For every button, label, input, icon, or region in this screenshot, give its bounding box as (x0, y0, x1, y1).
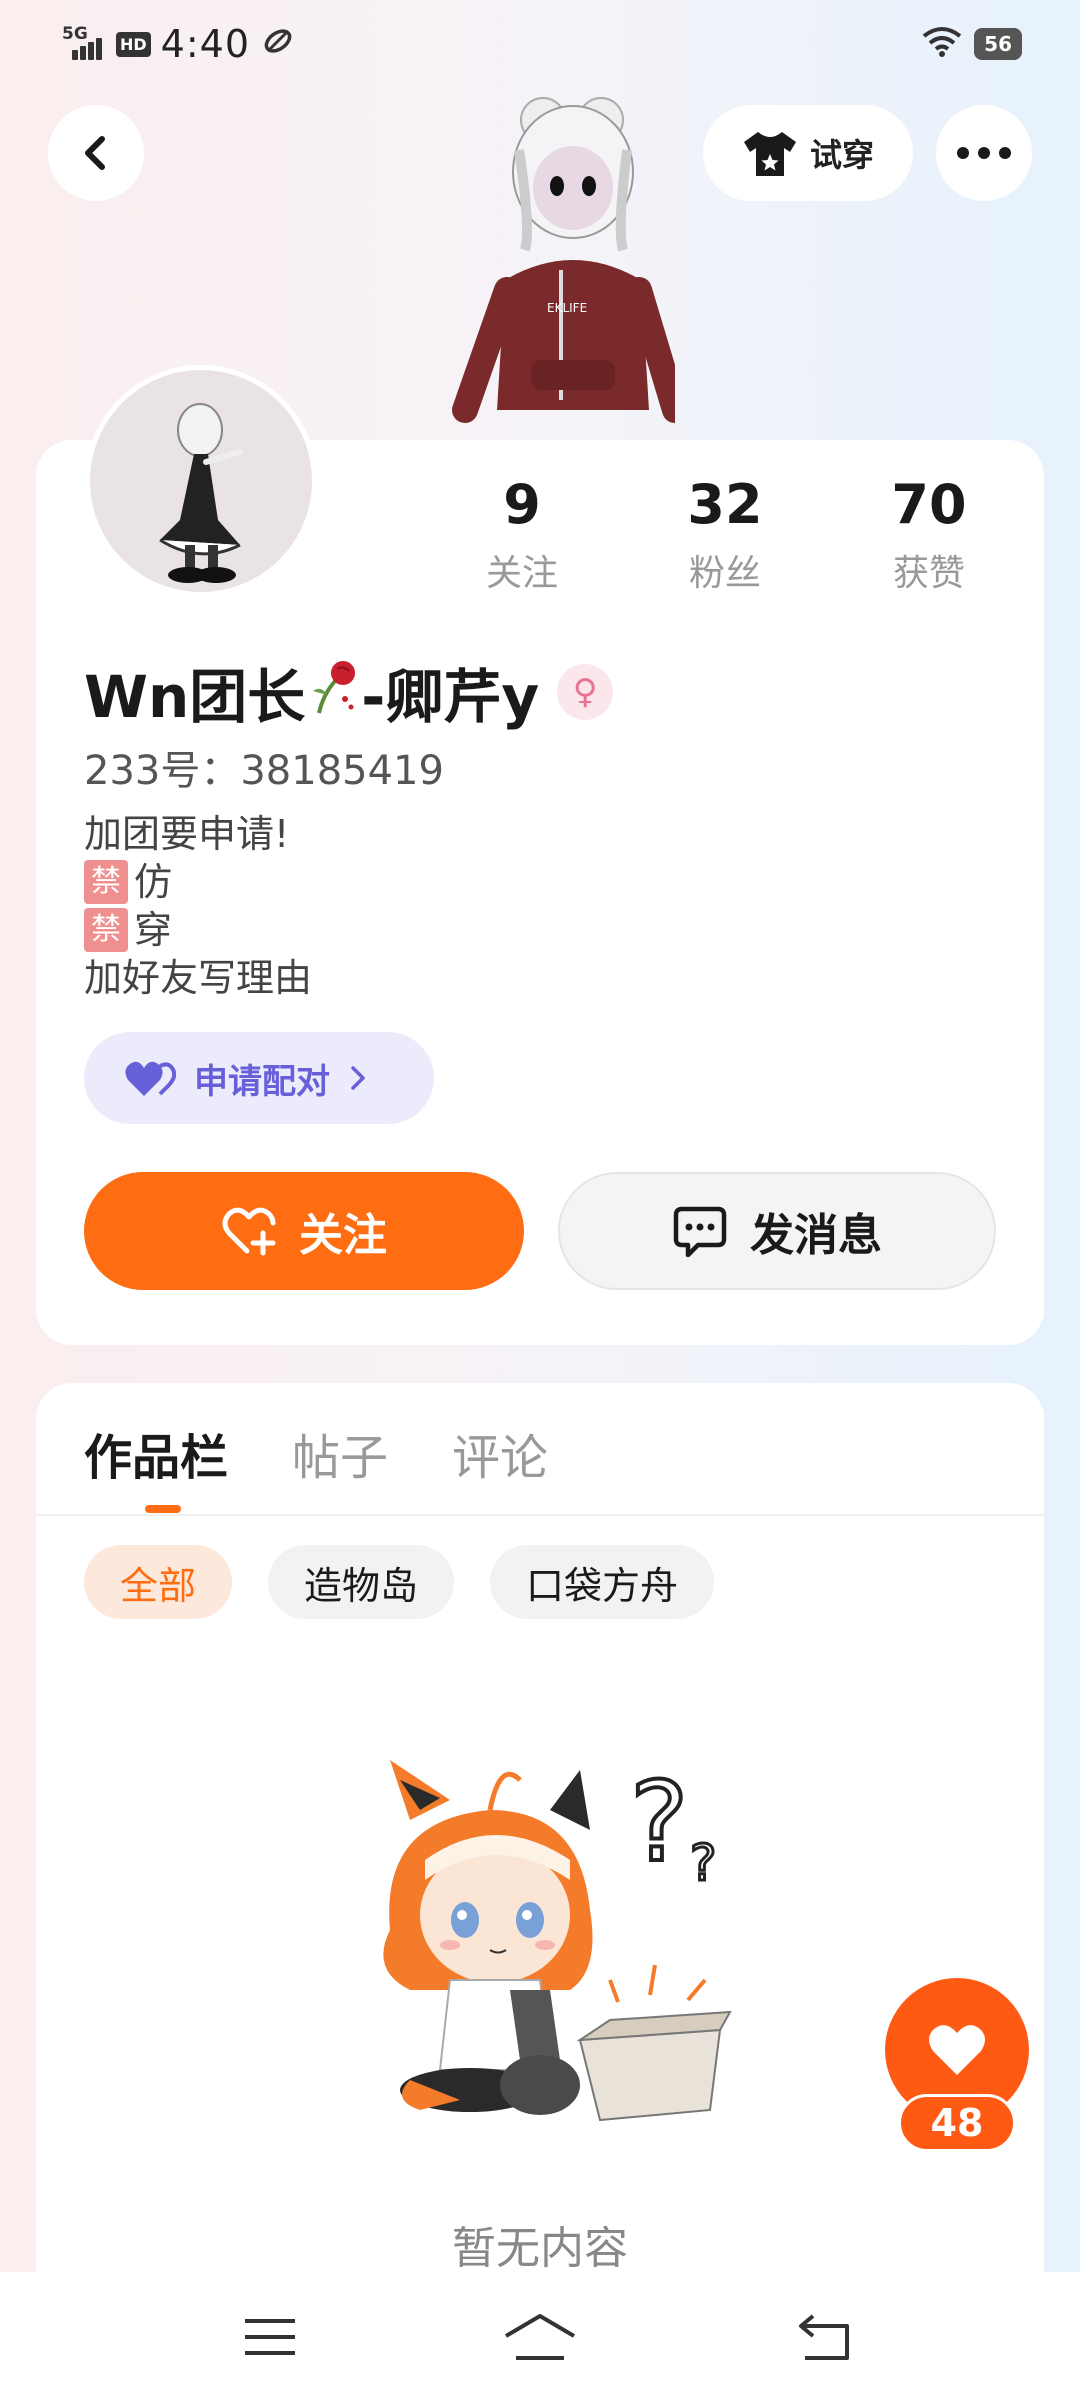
try-on-label: 试穿 (809, 136, 874, 174)
username: Wn团长 -卿芹y ♀ (84, 650, 614, 734)
username-part2: -卿芹y (361, 663, 540, 731)
username-part1: Wn团长 (84, 663, 306, 731)
battery-indicator: 56 (974, 28, 1022, 60)
follow-button[interactable]: 关注 (84, 1172, 524, 1290)
content-tabs: 作品栏 帖子 评论 (84, 1418, 548, 1488)
home-icon (504, 2314, 576, 2360)
heart-icon (929, 2025, 985, 2075)
account-id: 233号：38185419 (84, 748, 444, 794)
svg-text:?: ? (690, 1834, 717, 1892)
status-bar: 5G HD 4:40 56 (0, 0, 1080, 90)
wifi-icon (922, 26, 962, 62)
bio: 加团要申请! 禁 仿 禁 穿 加好友写理由 (84, 810, 312, 1002)
stat-value: 70 (891, 473, 967, 536)
shirt-icon (743, 132, 796, 176)
system-navigation-bar (0, 2272, 1080, 2400)
stat-label: 粉丝 (688, 553, 761, 594)
stat-likes[interactable]: 70 获赞 (849, 470, 1009, 596)
apply-pair-button[interactable]: 申请配对 (84, 1032, 434, 1124)
stat-followers[interactable]: 32 粉丝 (645, 470, 805, 596)
hd-badge: HD (116, 31, 151, 57)
stat-label: 获赞 (892, 553, 965, 594)
chat-bubble-icon (673, 1206, 727, 1257)
svg-text:EKLIFE: EKLIFE (547, 301, 587, 315)
bio-text: 仿 (134, 860, 173, 904)
bio-line: 加团要申请! (84, 812, 290, 856)
heart-plus-icon (222, 1207, 276, 1256)
female-gender-icon: ♀ (557, 664, 614, 720)
chevron-left-icon (85, 136, 105, 170)
divider (36, 1514, 1044, 1516)
menu-nav-button[interactable] (230, 2302, 310, 2372)
bio-text: 穿 (134, 908, 173, 952)
follow-label: 关注 (299, 1210, 387, 1261)
home-nav-button[interactable] (500, 2302, 580, 2372)
tab-comments[interactable]: 评论 (452, 1418, 548, 1488)
clock: 4:40 (160, 22, 251, 66)
menu-icon (245, 2319, 295, 2355)
stat-label: 关注 (485, 553, 558, 594)
try-on-button[interactable]: 试穿 (703, 105, 913, 201)
signal-icon: 5G (62, 24, 106, 62)
send-message-button[interactable]: 发消息 (558, 1172, 996, 1290)
double-heart-icon (125, 1061, 176, 1096)
chevron-right-icon (351, 1066, 365, 1090)
filter-creation-island[interactable]: 造物岛 (268, 1545, 455, 1619)
tab-works[interactable]: 作品栏 (84, 1418, 228, 1488)
sync-icon (260, 23, 296, 66)
message-label: 发消息 (750, 1210, 882, 1261)
stat-following[interactable]: 9 关注 (442, 470, 602, 596)
empty-state-text: 暂无内容 (452, 2223, 628, 2274)
ban-tag: 禁 (84, 860, 128, 904)
more-dots-icon (957, 147, 1011, 159)
stat-value: 9 (503, 473, 541, 536)
empty-state-illustration: ? ? (350, 1740, 770, 2160)
svg-text:?: ? (630, 1758, 688, 1886)
filter-chips: 全部 造物岛 口袋方舟 (84, 1545, 715, 1619)
rose-emoji-icon (305, 655, 361, 729)
back-arrow-icon (799, 2314, 849, 2360)
active-tab-indicator (145, 1505, 181, 1513)
network-type: 5G (62, 24, 88, 44)
bio-line: 禁 仿 (84, 858, 312, 906)
filter-all[interactable]: 全部 (84, 1545, 233, 1619)
tab-posts[interactable]: 帖子 (292, 1418, 388, 1488)
filter-pocket-ark[interactable]: 口袋方舟 (490, 1545, 715, 1619)
like-count-badge: 48 (898, 2094, 1016, 2152)
back-button[interactable] (48, 105, 144, 201)
pair-label: 申请配对 (194, 1061, 330, 1102)
ban-tag: 禁 (84, 908, 128, 952)
back-nav-button[interactable] (785, 2302, 865, 2372)
stat-value: 32 (687, 473, 763, 536)
avatar[interactable] (85, 365, 317, 597)
more-options-button[interactable] (936, 105, 1032, 201)
bio-line: 加好友写理由 (84, 956, 313, 1000)
bio-line: 禁 穿 (84, 906, 312, 954)
avatar-character-3d: EKLIFE (435, 80, 688, 440)
